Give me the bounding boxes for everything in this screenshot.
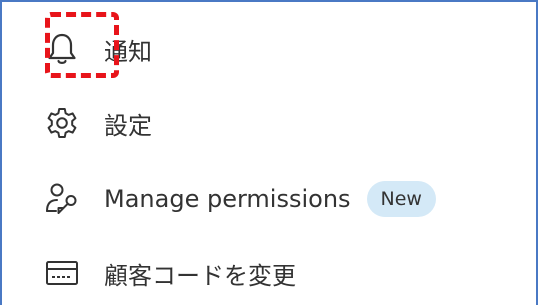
gear-icon <box>42 103 82 143</box>
menu-list: 通知 設定 Manage permissions New 顧客コードを変更 <box>2 2 536 305</box>
panel-frame: 通知 設定 Manage permissions New 顧客コードを変更 <box>0 0 538 305</box>
menu-item-label: 通知 <box>104 37 152 66</box>
new-badge: New <box>366 181 436 217</box>
menu-item-manage-permissions[interactable]: Manage permissions New <box>42 174 436 224</box>
menu-item-label: 設定 <box>104 111 152 140</box>
menu-item-label: 顧客コードを変更 <box>104 261 296 290</box>
menu-item-label: Manage permissions <box>104 185 351 213</box>
menu-item-notifications[interactable]: 通知 <box>42 24 152 74</box>
bell-icon <box>42 29 82 69</box>
card-icon <box>42 253 82 293</box>
menu-item-change-customer-code[interactable]: 顧客コードを変更 <box>42 248 296 298</box>
menu-item-settings[interactable]: 設定 <box>42 98 152 148</box>
user-key-icon <box>42 179 82 219</box>
